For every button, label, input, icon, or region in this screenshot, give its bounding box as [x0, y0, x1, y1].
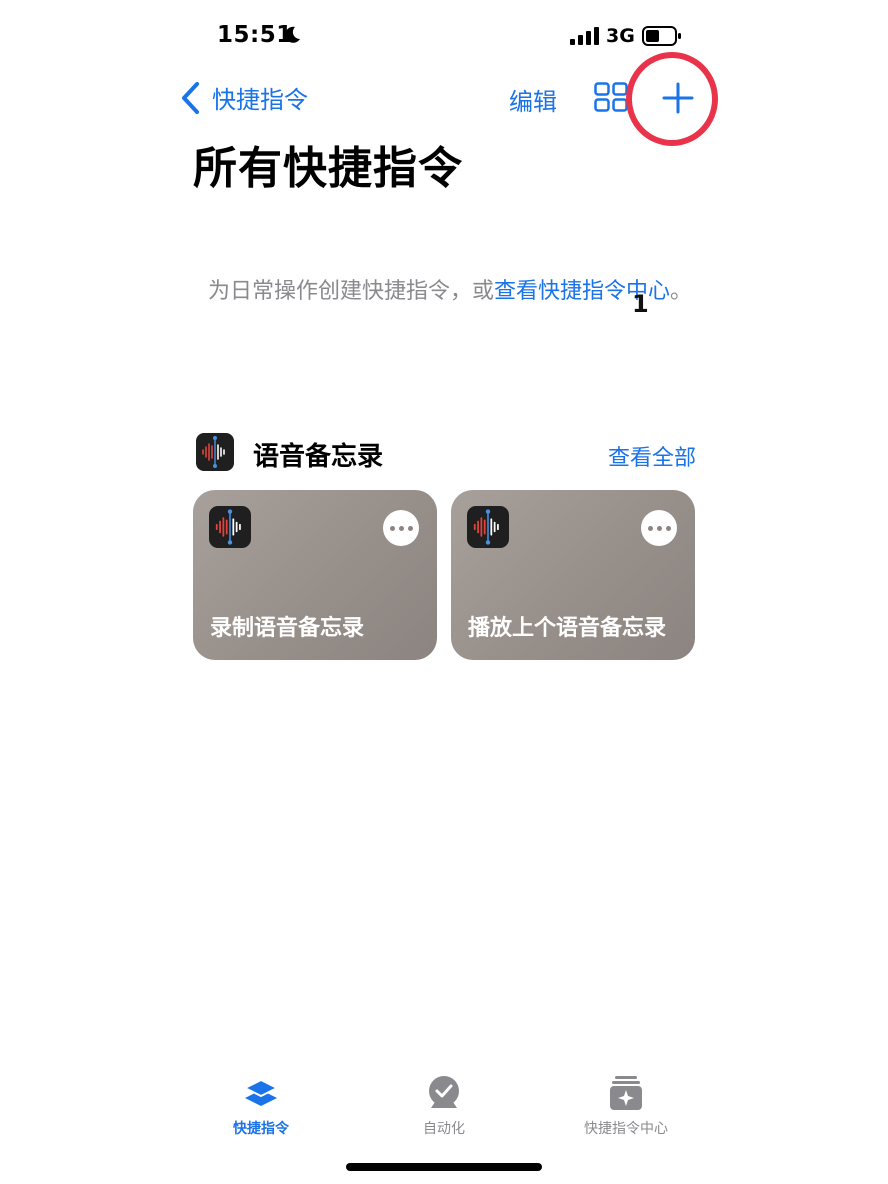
tab-label: 自动化 [423, 1121, 465, 1137]
shortcut-card-record[interactable]: 录制语音备忘录 [193, 490, 437, 660]
edit-button[interactable]: 编辑 [509, 82, 557, 117]
annotation-number: 1 [632, 290, 649, 318]
network-type: 3G [606, 25, 635, 47]
voice-memos-app-icon [196, 433, 234, 471]
voice-memos-app-icon [209, 506, 251, 548]
grid-icon[interactable] [594, 82, 628, 112]
back-button[interactable]: 快捷指令 [180, 80, 308, 115]
more-icon[interactable] [641, 510, 677, 546]
battery-icon [642, 26, 681, 46]
more-icon[interactable] [383, 510, 419, 546]
intro-text-end: 。 [670, 279, 693, 304]
tab-label: 快捷指令 [233, 1121, 289, 1137]
clock-check-icon [429, 1076, 459, 1108]
layers-icon [244, 1079, 278, 1106]
page-title: 所有快捷指令 [193, 143, 463, 194]
screen: 15:51 3G 快捷指令 编辑 所有快捷指令 为日常操作创建快捷指令，或查看快… [0, 0, 888, 1184]
chevron-left-icon [182, 81, 199, 114]
see-all-button[interactable]: 查看全部 [608, 440, 696, 472]
back-label: 快捷指令 [212, 86, 308, 114]
section-title: 语音备忘录 [253, 442, 384, 472]
tab-gallery[interactable]: 快捷指令中心 [546, 1074, 706, 1138]
intro-text: 为日常操作创建快捷指令，或查看快捷指令中心。 [200, 276, 700, 308]
waveform-icon [202, 436, 225, 468]
card-title: 播放上个语音备忘录 [468, 616, 667, 641]
highlight-ring [626, 52, 718, 146]
moon-icon [285, 26, 300, 43]
home-indicator[interactable] [346, 1163, 542, 1171]
tab-label: 快捷指令中心 [584, 1121, 668, 1137]
waveform-icon [215, 509, 241, 545]
signal-icon [570, 27, 599, 45]
tab-shortcuts[interactable]: 快捷指令 [181, 1074, 341, 1138]
shortcut-card-play-last[interactable]: 播放上个语音备忘录 [451, 490, 695, 660]
tab-automation[interactable]: 自动化 [364, 1074, 524, 1138]
intro-text-start: 为日常操作创建快捷指令，或 [207, 279, 494, 304]
gallery-sparkle-icon [610, 1076, 642, 1110]
card-title: 录制语音备忘录 [210, 616, 365, 641]
voice-memos-app-icon [467, 506, 509, 548]
waveform-icon [473, 509, 499, 545]
